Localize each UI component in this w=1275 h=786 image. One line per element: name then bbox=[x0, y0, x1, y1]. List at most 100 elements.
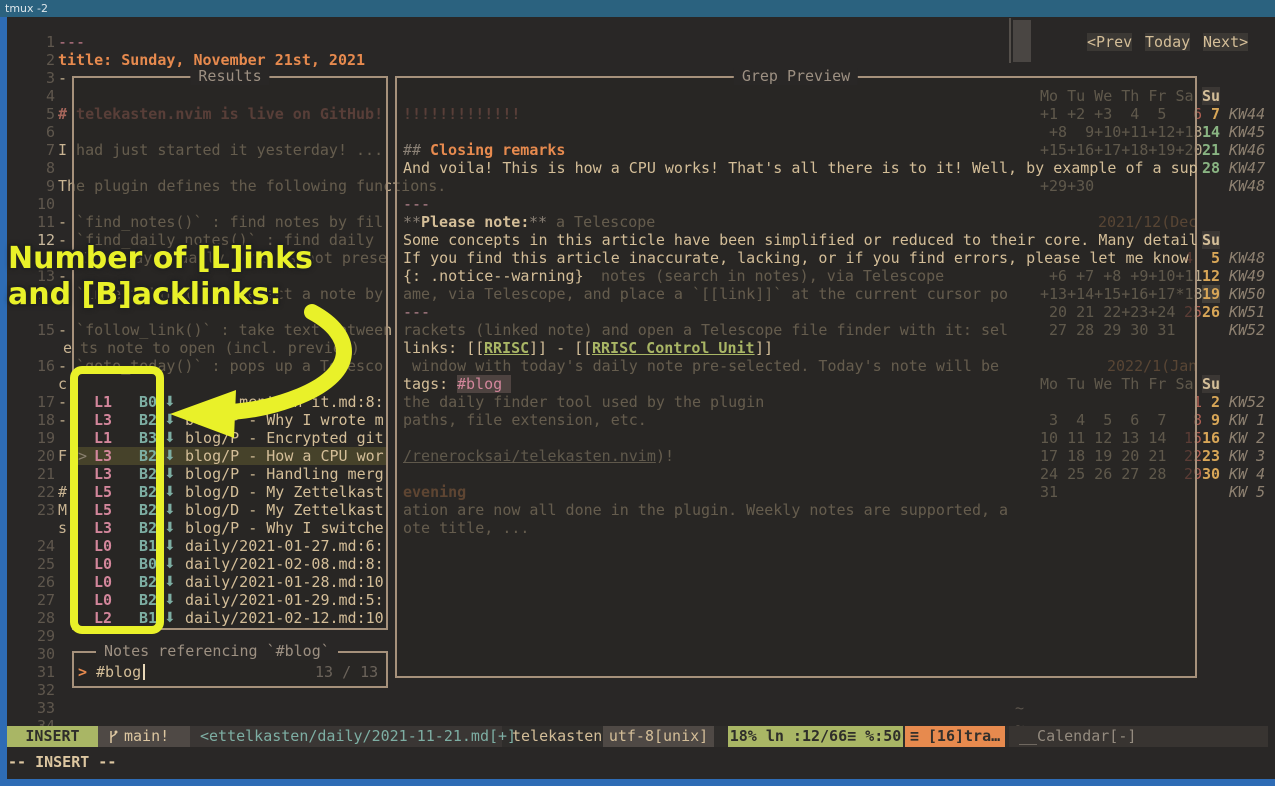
calendar-cell: KW 3 bbox=[1229, 447, 1265, 465]
line-number: 7 bbox=[14, 141, 55, 159]
line-number: 8 bbox=[14, 159, 55, 177]
plugin-name: telekasten bbox=[502, 726, 602, 747]
git-branch-segment-label: main! bbox=[124, 727, 169, 745]
line-number: 4 bbox=[14, 87, 55, 105]
calendar-cell: 26 bbox=[1202, 303, 1220, 321]
line-number: 15 bbox=[14, 321, 55, 339]
result-row-label: blog/P - Why I wrote m bbox=[185, 411, 384, 429]
buffer-text: s bbox=[58, 519, 67, 537]
buffer-text: - bbox=[58, 393, 67, 411]
buffer-text: - bbox=[58, 69, 67, 87]
calendar-cell: KW49 bbox=[1229, 267, 1265, 285]
line-number: 30 bbox=[14, 645, 55, 663]
statusline: INSERTmain!<ettelkasten/daily/2021-11-21… bbox=[7, 726, 1268, 747]
preview-text: ** bbox=[403, 213, 421, 231]
preview-text: ]] - [[ bbox=[529, 339, 592, 357]
calendar-cell: KW52 bbox=[1229, 393, 1265, 411]
prompt-counter: 13 / 13 bbox=[315, 663, 378, 681]
preview-text: RRISC Control Unit bbox=[592, 339, 755, 357]
scrollbar-thumb[interactable] bbox=[1013, 20, 1031, 62]
calendar-cell: 5 bbox=[1202, 249, 1220, 267]
result-row-label: i mention it.md:8: bbox=[185, 393, 384, 411]
calendar-statusline-label: __Calendar[-] bbox=[1019, 727, 1136, 745]
calendar-cell: 19 bbox=[1202, 285, 1220, 303]
prompt-caret: > bbox=[78, 663, 87, 681]
calendar-cell: 16 bbox=[1202, 429, 1220, 447]
window-border-bottom bbox=[0, 779, 1275, 786]
result-row-label: blog/D - My Zettelkast bbox=[185, 483, 384, 501]
calendar-cell: KW45 bbox=[1229, 123, 1265, 141]
preview-text: If you find this article inaccurate, lac… bbox=[403, 249, 1189, 267]
annotation-line1: Number of [L]inks bbox=[8, 242, 313, 276]
calendar-cell: KW 4 bbox=[1229, 465, 1265, 483]
calendar-cell: 7 bbox=[1202, 105, 1220, 123]
preview-text: ## bbox=[403, 141, 430, 159]
down-arrow-icon: ⬇ bbox=[164, 537, 176, 555]
buffer-text: e bbox=[63, 339, 72, 357]
buffer-text: ~ bbox=[1015, 699, 1024, 717]
result-row-label: daily/2021-01-27.md:6: bbox=[185, 537, 384, 555]
calendar-cell: Su bbox=[1202, 231, 1220, 249]
line-number: 16 bbox=[14, 357, 55, 375]
down-arrow-icon: ⬇ bbox=[164, 411, 176, 429]
result-row-label: blog/P - Handling merg bbox=[185, 465, 384, 483]
window-border-left bbox=[0, 17, 7, 786]
encoding-segment-label: utf-8[unix] bbox=[609, 727, 708, 745]
window-separator bbox=[1009, 18, 1011, 63]
buffer-text: - bbox=[58, 411, 67, 429]
preview-text: And voila! This is how a CPU works! That… bbox=[403, 159, 1198, 177]
calendar-today-button[interactable]: Today bbox=[1145, 33, 1190, 51]
line-number: 2 bbox=[14, 51, 55, 69]
calendar-cell: KW51 bbox=[1229, 303, 1265, 321]
calendar-cell: KW46 bbox=[1229, 141, 1265, 159]
buffer-text: --- bbox=[58, 33, 85, 51]
line-number: 17 bbox=[14, 393, 55, 411]
calendar-cell: KW47 bbox=[1229, 159, 1265, 177]
position-segment-label: 18% ln :12/66≡ %:50 bbox=[730, 727, 902, 745]
calendar-prev-button[interactable]: <Prev bbox=[1087, 33, 1132, 51]
buffer-text: # bbox=[58, 483, 67, 501]
down-arrow-icon: ⬇ bbox=[164, 591, 176, 609]
text-cursor bbox=[143, 664, 145, 680]
buffer-text: M bbox=[58, 501, 67, 519]
line-number: 25 bbox=[14, 555, 55, 573]
mode-message: -- INSERT -- bbox=[8, 753, 116, 771]
line-number: 19 bbox=[14, 429, 55, 447]
calendar-cell: Su bbox=[1202, 375, 1220, 393]
git-branch-segment: main! bbox=[98, 726, 190, 747]
tmux-titlebar: tmux -2 bbox=[0, 0, 1275, 17]
down-arrow-icon: ⬇ bbox=[164, 393, 176, 411]
result-row-label: daily/2021-02-12.md:10 bbox=[185, 609, 384, 627]
calendar-next-button[interactable]: Next> bbox=[1203, 33, 1248, 51]
down-arrow-icon: ⬇ bbox=[164, 609, 176, 627]
calendar-cell: KW50 bbox=[1229, 285, 1265, 303]
annotation-line2: and [B]acklinks: bbox=[8, 278, 282, 312]
calendar-cell: Su bbox=[1202, 87, 1220, 105]
calendar-cell: 9 bbox=[1202, 411, 1220, 429]
down-arrow-icon: ⬇ bbox=[164, 573, 176, 591]
down-arrow-icon: ⬇ bbox=[164, 465, 176, 483]
position-segment: 18% ln :12/66≡ %:50 bbox=[728, 726, 903, 747]
down-arrow-icon: ⬇ bbox=[164, 501, 176, 519]
down-arrow-icon: ⬇ bbox=[164, 555, 176, 573]
result-row-label: blog/P - How a CPU wor bbox=[185, 447, 384, 465]
line-number: 21 bbox=[14, 465, 55, 483]
calendar-cell: 30 bbox=[1202, 465, 1220, 483]
line-number: 5 bbox=[14, 105, 55, 123]
calendar-cell: KW 1 bbox=[1229, 411, 1265, 429]
line-number: 20 bbox=[14, 447, 55, 465]
calendar-cell: 23 bbox=[1202, 447, 1220, 465]
prompt-title: Notes referencing `#blog` bbox=[96, 643, 338, 660]
result-row-label: blog/P - Why I switche bbox=[185, 519, 384, 537]
encoding-segment: utf-8[unix] bbox=[603, 726, 714, 747]
annotation-highlight-box bbox=[70, 366, 164, 634]
git-branch-icon bbox=[108, 730, 118, 744]
calendar-cell: 28 bbox=[1202, 159, 1220, 177]
calendar-cell: 21 bbox=[1202, 141, 1220, 159]
preview-text: RRISC bbox=[484, 339, 529, 357]
line-number: 32 bbox=[14, 681, 55, 699]
preview-text: {: .notice--warning} bbox=[403, 267, 584, 285]
preview-text: tags: bbox=[403, 375, 457, 393]
line-number: 33 bbox=[14, 699, 55, 717]
mode-indicator-label: INSERT bbox=[25, 727, 79, 745]
